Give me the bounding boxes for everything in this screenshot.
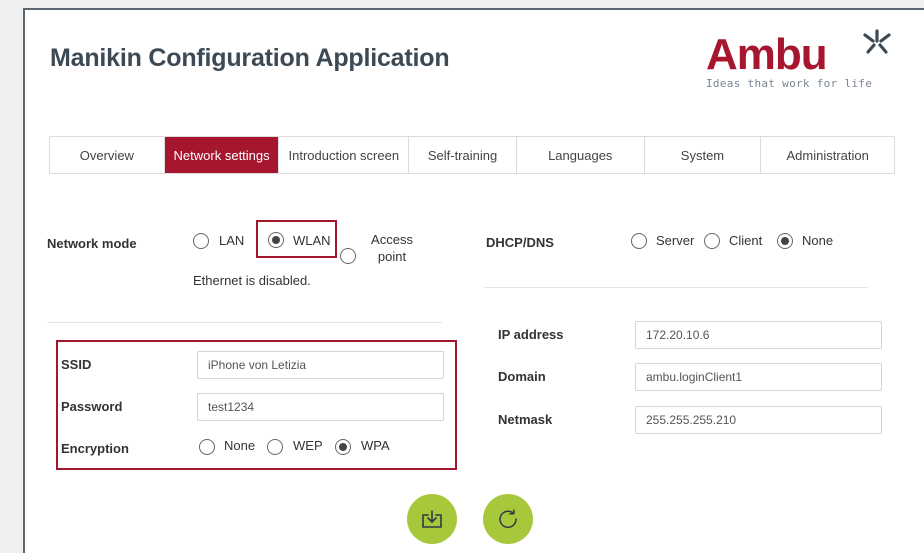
ssid-input[interactable] — [197, 351, 444, 379]
netmask-label: Netmask — [498, 412, 553, 427]
radio-server-label: Server — [656, 233, 695, 248]
save-button[interactable] — [407, 494, 457, 544]
logo-word: Ambu — [706, 30, 828, 79]
download-tray-icon — [422, 510, 442, 528]
radio-access-point[interactable] — [340, 248, 356, 264]
ssid-label: SSID — [61, 357, 92, 372]
radio-access-point-label: Access point — [371, 232, 413, 264]
radio-encryption-wep[interactable] — [267, 439, 283, 455]
ip-address-label: IP address — [498, 327, 564, 342]
refresh-icon — [499, 509, 517, 528]
password-label: Password — [61, 399, 123, 414]
tab-network-settings[interactable]: Network settings — [164, 137, 280, 173]
radio-lan[interactable] — [193, 233, 209, 249]
tab-system[interactable]: System — [645, 137, 762, 173]
main-panel: Manikin Configuration Application Ambu I… — [23, 8, 924, 553]
tab-administration[interactable]: Administration — [761, 137, 894, 173]
netmask-input[interactable] — [635, 406, 882, 434]
ip-address-input[interactable] — [635, 321, 882, 349]
network-mode-label: Network mode — [47, 236, 137, 251]
radio-none-label: None — [802, 233, 834, 248]
reset-button[interactable] — [483, 494, 533, 544]
dhcp-dns-label: DHCP/DNS — [486, 235, 554, 250]
radio-wlan[interactable] — [268, 232, 284, 248]
ethernet-status: Ethernet is disabled. — [193, 273, 311, 288]
radio-none[interactable] — [777, 233, 793, 249]
tab-introduction-screen[interactable]: Introduction screen — [279, 137, 410, 173]
radio-encryption-wep-label: WEP — [293, 438, 323, 453]
radio-lan-label: LAN — [219, 233, 245, 248]
radio-encryption-wpa[interactable] — [335, 439, 351, 455]
password-input[interactable] — [197, 393, 444, 421]
radio-encryption-none[interactable] — [199, 439, 215, 455]
tab-bar: Overview Network settings Introduction s… — [49, 136, 895, 174]
domain-input[interactable] — [635, 363, 882, 391]
tab-overview[interactable]: Overview — [50, 137, 165, 173]
encryption-label: Encryption — [61, 441, 129, 456]
radio-client[interactable] — [704, 233, 720, 249]
right-divider — [484, 287, 868, 288]
logo-star-icon — [863, 29, 891, 54]
radio-wlan-label: WLAN — [293, 233, 331, 248]
page-title: Manikin Configuration Application — [50, 44, 450, 72]
domain-label: Domain — [498, 369, 546, 384]
left-divider — [47, 322, 442, 323]
logo-tagline: Ideas that work for life — [706, 77, 873, 90]
tab-self-training[interactable]: Self-training — [409, 137, 517, 173]
tab-languages[interactable]: Languages — [517, 137, 645, 173]
radio-client-label: Client — [729, 233, 763, 248]
radio-encryption-none-label: None — [224, 438, 256, 453]
radio-encryption-wpa-label: WPA — [361, 438, 390, 453]
ambu-logo: Ambu Ideas that work for life — [706, 26, 896, 96]
radio-server[interactable] — [631, 233, 647, 249]
